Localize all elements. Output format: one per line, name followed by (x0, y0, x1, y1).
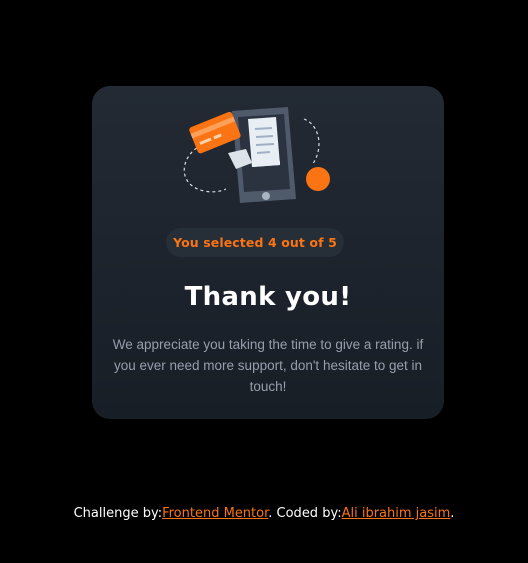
selected-rating-badge: You selected 4 out of 5 (166, 228, 344, 257)
page: You selected 4 out of 5 Thank you! We ap… (0, 0, 528, 563)
author-link[interactable]: Ali ibrahim jasim (342, 506, 451, 521)
thank-you-card: You selected 4 out of 5 Thank you! We ap… (92, 86, 444, 419)
attribution-footer: Challenge by:Frontend Mentor. Coded by:A… (0, 506, 528, 521)
frontend-mentor-link[interactable]: Frontend Mentor (162, 506, 268, 521)
phone-receipt-illustration-icon (183, 107, 330, 203)
attribution-suffix: . (450, 506, 455, 521)
attribution-prefix: Challenge by: (73, 506, 163, 521)
attribution-middle: . Coded by: (268, 506, 342, 521)
thank-you-message: We appreciate you taking the time to giv… (112, 337, 424, 394)
page-title: Thank you! (184, 282, 352, 312)
